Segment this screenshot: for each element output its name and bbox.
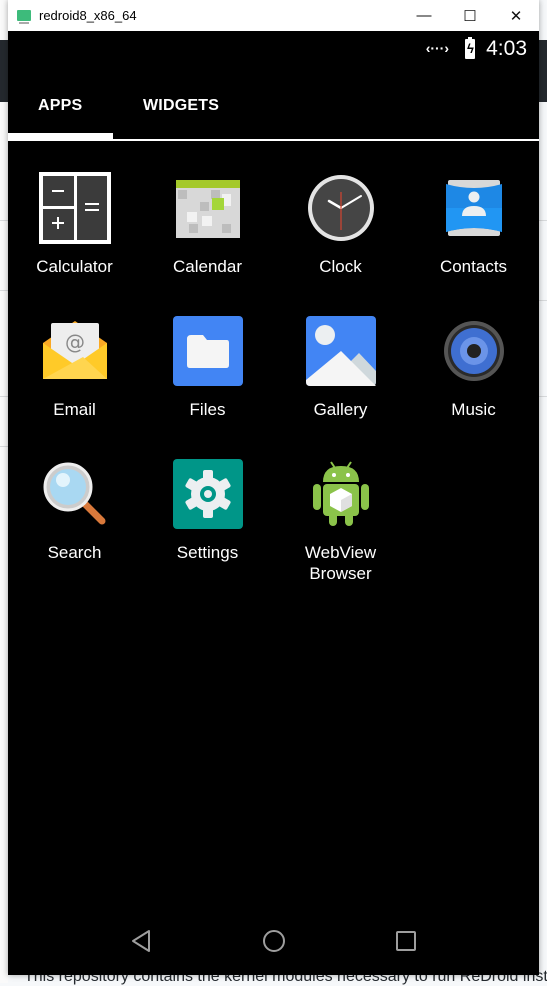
maximize-icon: ☐ [463,7,477,25]
background-divider [539,300,547,301]
background-divider [0,220,8,221]
sync-icon: ‹···› [425,40,449,56]
app-label: Files [189,400,226,419]
background-header-right [539,40,547,102]
background-header [0,40,8,102]
settings-icon [172,458,244,530]
app-label: Gallery [313,400,368,419]
home-icon [263,930,285,952]
app-label: Calculator [36,257,113,276]
back-button[interactable] [129,929,153,953]
tab-apps[interactable]: APPS [38,97,82,115]
tab-widgets[interactable]: WIDGETS [143,97,219,115]
title-bar[interactable]: redroid8_x86_64 — ☐ ✕ [8,0,539,31]
app-label: Settings [176,543,239,562]
app-label: WebView Browser [304,543,377,583]
app-search[interactable]: Search [8,458,141,563]
music-icon [438,315,510,387]
recents-icon [396,931,416,951]
search-icon [39,458,111,530]
app-clock[interactable]: Clock [274,172,407,277]
calendar-icon [172,172,244,244]
app-gallery[interactable]: Gallery [274,315,407,420]
background-divider [0,446,8,447]
close-button[interactable]: ✕ [493,0,539,31]
battery-charging-icon: ϟ [465,37,475,59]
recents-button[interactable] [394,929,418,953]
app-calendar[interactable]: Calendar [141,172,274,277]
status-bar: ‹···› ϟ 4:03 [8,31,539,69]
navigation-bar [8,905,539,975]
tab-indicator [8,133,113,141]
home-button[interactable] [262,929,286,953]
svg-text:@: @ [65,330,85,354]
background-divider [0,396,8,397]
gallery-icon [305,315,377,387]
emulator-window: redroid8_x86_64 — ☐ ✕ ‹···› ϟ 4:03 APPS … [8,0,539,975]
back-icon [132,930,150,952]
background-divider [539,396,547,397]
app-label: Email [53,400,96,419]
email-icon: @ [39,315,111,387]
minimize-button[interactable]: — [401,0,447,31]
android-app-icon [17,10,31,24]
window-title: redroid8_x86_64 [39,8,137,23]
contacts-icon [438,172,510,244]
app-label: Contacts [439,257,508,276]
files-icon [172,315,244,387]
maximize-button[interactable]: ☐ [447,0,493,31]
app-contacts[interactable]: Contacts [407,172,540,277]
close-icon: ✕ [509,7,523,25]
app-music[interactable]: Music [407,315,540,420]
app-webview-browser[interactable]: WebView Browser [274,458,407,584]
app-label: Search [47,543,102,562]
background-divider [539,220,547,221]
app-files[interactable]: Files [141,315,274,420]
app-settings[interactable]: Settings [141,458,274,563]
tab-bar: APPS WIDGETS [8,69,539,141]
app-label: Music [451,400,496,419]
app-label: Clock [319,257,362,276]
background-divider [0,290,8,291]
status-time: 4:03 [486,37,527,60]
calculator-icon [38,172,111,244]
background-page [0,0,8,983]
clock-icon [305,172,377,244]
app-calculator[interactable]: Calculator [8,172,141,277]
app-label: Calendar [173,257,242,276]
webview-browser-icon [305,458,377,530]
app-email[interactable]: @ Email [8,315,141,420]
minimize-icon: — [416,7,432,24]
